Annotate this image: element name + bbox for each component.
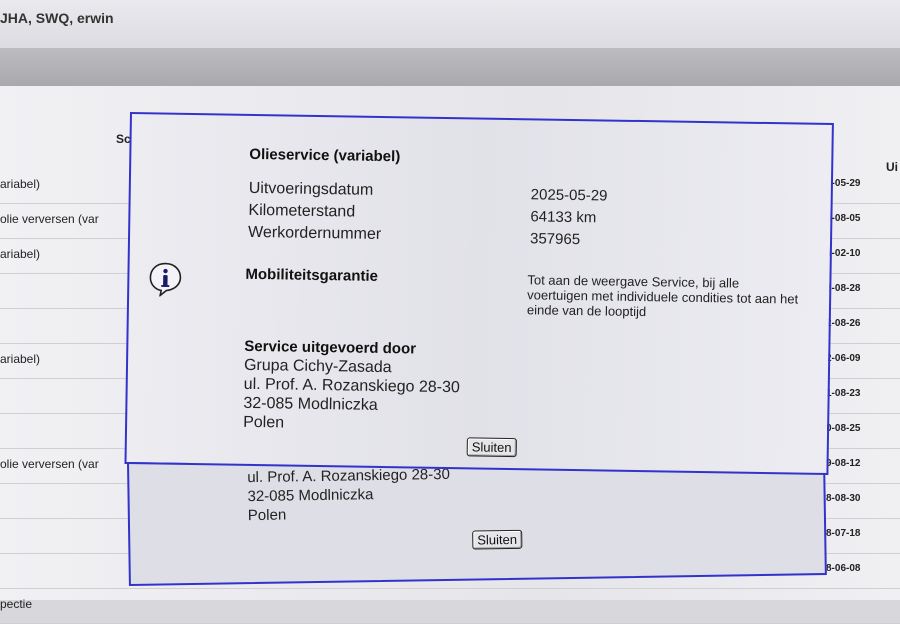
row-service-name: ariabel) (0, 352, 41, 366)
row-service-name: ariabel) (0, 177, 41, 191)
service-address-back: ul. Prof. A. Rozanskiego 28-30 32-085 Mo… (247, 465, 450, 525)
address-line: Polen (247, 506, 287, 525)
dialog-title: Olieservice (variabel) (249, 145, 401, 166)
row-date: 8-08-30 (826, 493, 861, 504)
row-service-name: olie verversen (var (0, 457, 99, 471)
row-date: 9-08-12 (826, 458, 861, 469)
value-mobiliteitsgarantie: Tot aan de weergave Service, bij alle vo… (526, 272, 799, 320)
label-werkordernummer: Werkordernummer (247, 223, 382, 243)
row-service-name: ariabel) (0, 247, 41, 261)
value-kilometerstand: 64133 km (530, 208, 597, 227)
value-uitvoeringsdatum: 2025-05-29 (530, 186, 608, 205)
service-address: Grupa Cichy-Zasada ul. Prof. A. Rozanski… (243, 356, 460, 435)
row-service-name: pectie (0, 597, 33, 611)
row-date: 8-06-08 (826, 563, 861, 574)
row-date: 8-07-18 (826, 528, 861, 539)
service-dialog: Olieservice (variabel) Uitvoeringsdatum … (124, 112, 834, 476)
info-icon (149, 262, 182, 297)
address-line: Polen (243, 413, 285, 432)
row-date: 2-08-26 (826, 318, 861, 329)
window-title: JHA, SWQ, erwin (0, 10, 114, 26)
label-kilometerstand: Kilometerstand (248, 201, 356, 221)
table-row[interactable]: pectie (0, 588, 900, 624)
row-date: 0-08-25 (826, 423, 861, 434)
close-button-back[interactable]: Sluiten (472, 529, 523, 550)
label-uitvoeringsdatum: Uitvoeringsdatum (248, 179, 374, 199)
value-werkordernummer: 357965 (529, 230, 581, 249)
service-performed-by-title: Service uitgevoerd door (244, 337, 417, 358)
row-date: 2-06-09 (826, 353, 861, 364)
row-service-name: olie verversen (var (0, 212, 99, 226)
label-mobiliteitsgarantie: Mobiliteitsgarantie (245, 265, 379, 285)
window-titlebar: JHA, SWQ, erwin (0, 0, 900, 49)
row-date: 1-08-23 (826, 388, 861, 399)
toolbar (0, 48, 900, 87)
close-button[interactable]: Sluiten (466, 437, 517, 458)
